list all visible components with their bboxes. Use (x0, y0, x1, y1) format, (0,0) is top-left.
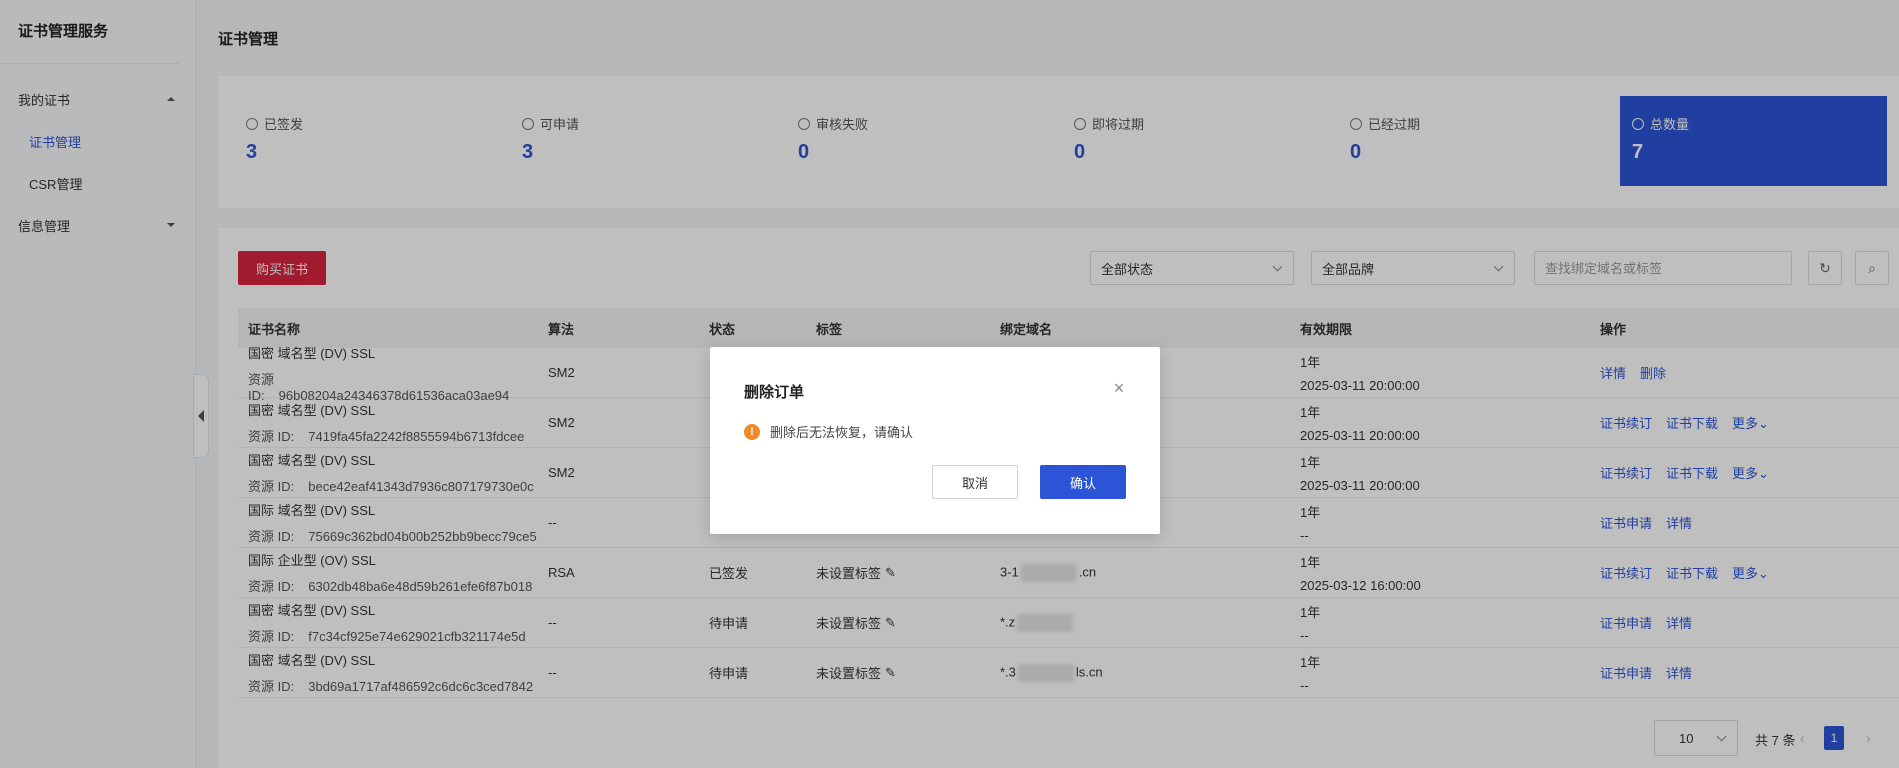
delete-order-dialog: 删除订单 × ! 删除后无法恢复，请确认 取消 确认 (710, 347, 1160, 534)
dialog-message: 删除后无法恢复，请确认 (770, 425, 914, 440)
cancel-button[interactable]: 取消 (932, 465, 1018, 499)
dialog-title: 删除订单 (744, 384, 805, 401)
confirm-button[interactable]: 确认 (1040, 465, 1126, 499)
dialog-message-row: ! 删除后无法恢复，请确认 (744, 422, 913, 441)
close-icon[interactable]: × (1110, 379, 1128, 397)
warning-icon: ! (744, 423, 760, 440)
